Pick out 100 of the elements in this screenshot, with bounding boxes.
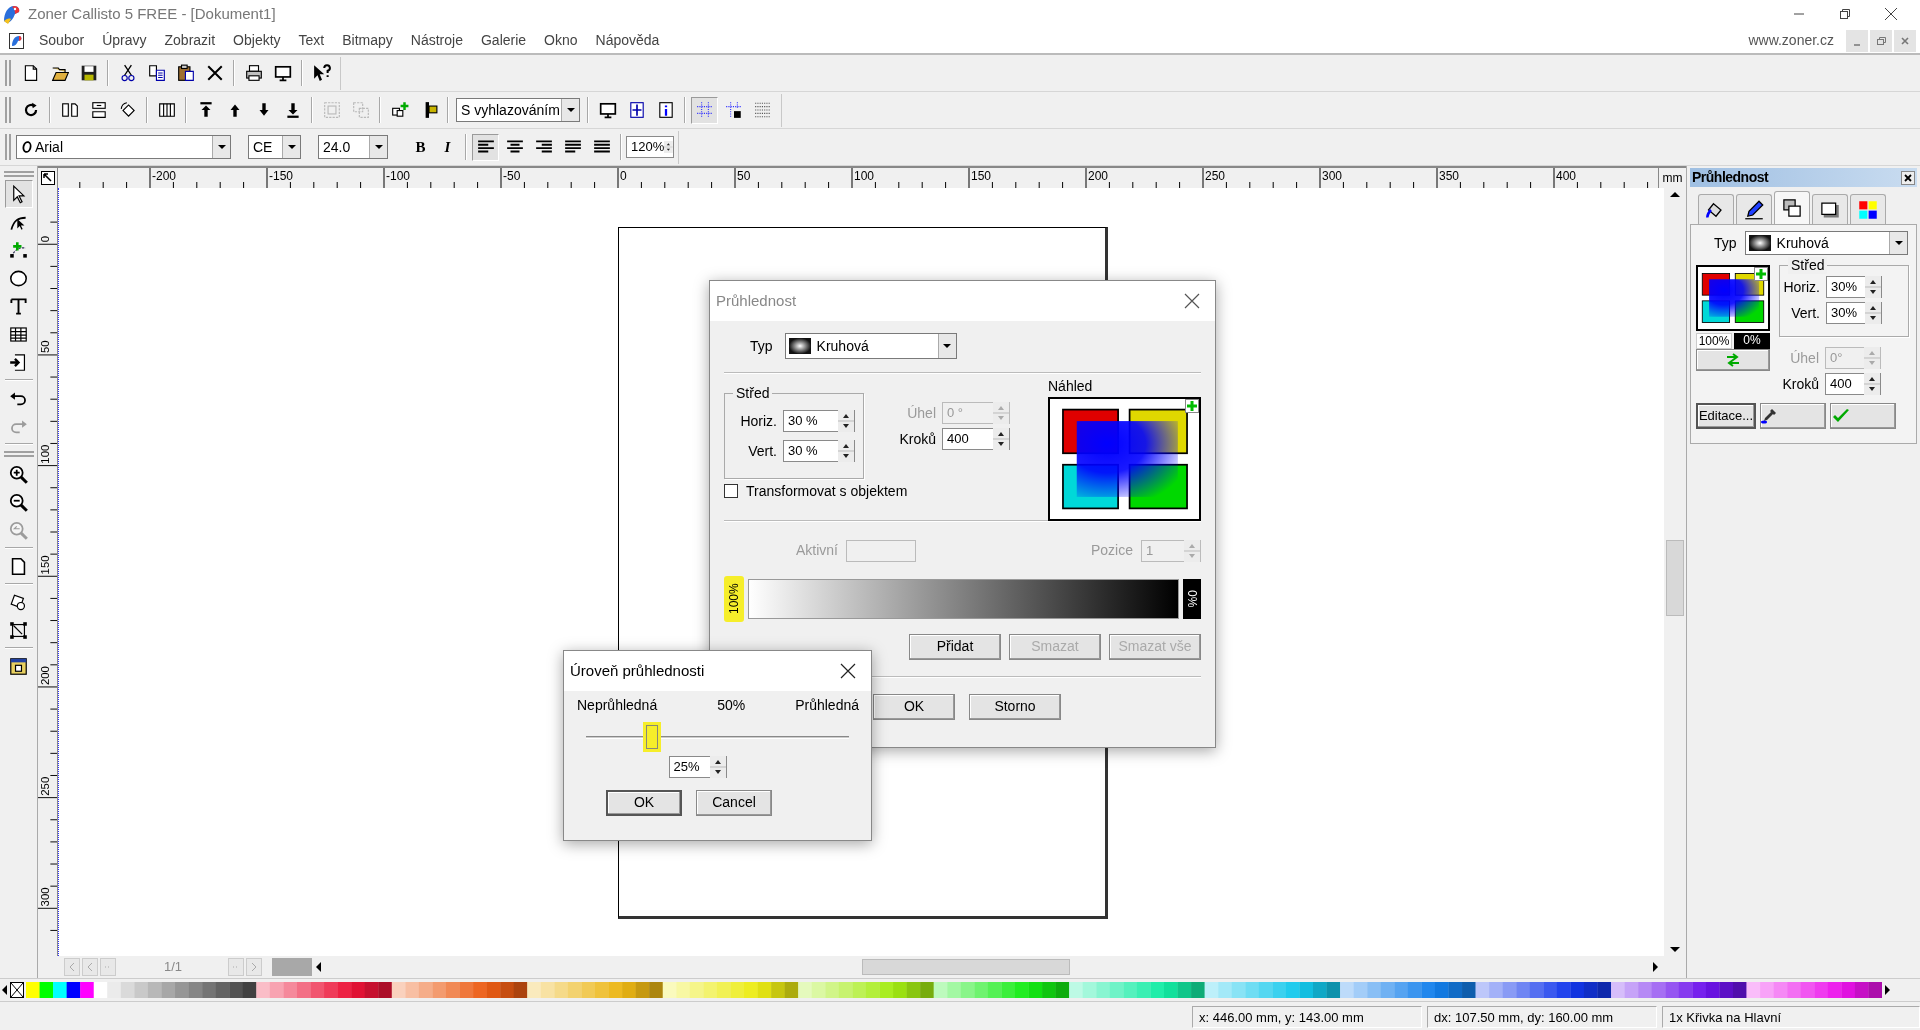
number-field[interactable]: 400: [942, 428, 1010, 450]
menu-item[interactable]: Soubor: [30, 30, 94, 51]
overlap-squares-tab[interactable]: [1774, 191, 1810, 224]
dots-icon[interactable]: [228, 958, 244, 976]
swap-button[interactable]: [1696, 349, 1770, 372]
ruler-label: 350: [1439, 169, 1460, 183]
type-dropdown[interactable]: Kruhová: [784, 333, 957, 359]
dropdown-arrow-icon[interactable]: [286, 142, 297, 152]
ruler-label: -100: [386, 169, 411, 183]
scrollbar-thumb[interactable]: [1666, 540, 1684, 616]
checkmark-icon[interactable]: [1830, 403, 1896, 429]
number-field[interactable]: 30%: [1826, 302, 1882, 324]
dropdown[interactable]: 24.0: [318, 135, 388, 159]
ruler-origin-icon[interactable]: [40, 171, 55, 185]
number-field[interactable]: 400: [1825, 373, 1881, 395]
toolbar-grip[interactable]: [5, 134, 11, 160]
dropdown-arrow-icon[interactable]: [565, 105, 576, 115]
font-dropdown[interactable]: Arial: [16, 135, 231, 159]
gradient-swatch-icon: [788, 338, 811, 354]
toolbar-grip[interactable]: [5, 60, 11, 86]
toolbar-grip[interactable]: [5, 97, 11, 123]
field-label: Aktivní: [796, 542, 838, 559]
spin-arrows-icon[interactable]: [1864, 373, 1880, 395]
menu-item[interactable]: Nápověda: [586, 30, 669, 51]
menu-item[interactable]: Objekty: [224, 30, 290, 51]
dropdown-arrow-icon[interactable]: [942, 341, 953, 351]
plus-icon[interactable]: [1185, 398, 1199, 413]
dots-icon[interactable]: [100, 958, 116, 976]
gradient-end-marker[interactable]: 0%: [1183, 578, 1201, 619]
ok-button[interactable]: OK: [873, 693, 955, 720]
menu-item[interactable]: Text: [289, 30, 334, 51]
menu-item[interactable]: Galerie: [471, 30, 536, 51]
number-field[interactable]: 30 %: [783, 440, 855, 462]
grid-icon[interactable]: [691, 96, 718, 124]
zoom-field[interactable]: 120%: [626, 136, 674, 158]
document-icon[interactable]: [8, 31, 26, 50]
panel-title: Průhlednost: [1692, 169, 1769, 186]
close-icon[interactable]: [1901, 170, 1915, 185]
overlap-squares-icon: [1782, 198, 1802, 218]
spin-arrows-icon[interactable]: [838, 410, 854, 432]
ruler-label: -200: [152, 169, 177, 183]
type-dropdown[interactable]: Kruhová: [1744, 231, 1908, 255]
cancel-button[interactable]: Storno: [969, 693, 1061, 720]
no-color-icon[interactable]: [10, 982, 24, 998]
paint-bucket-tab[interactable]: [1698, 194, 1734, 224]
dropdown-arrow-icon[interactable]: [216, 142, 227, 152]
dropdown-arrow-icon[interactable]: [1893, 238, 1904, 248]
slider-thumb[interactable]: [645, 724, 658, 749]
checkbox[interactable]: [724, 484, 738, 499]
dropdown[interactable]: CE: [248, 135, 301, 159]
ok-button[interactable]: OK: [606, 789, 682, 816]
restore-icon[interactable]: [1870, 29, 1892, 52]
field-label: Kroků: [1781, 375, 1820, 393]
number-field[interactable]: 25%: [668, 755, 727, 778]
menu-item[interactable]: Úpravy: [93, 30, 156, 51]
ruler-label: -150: [269, 169, 294, 183]
dropdown[interactable]: S vyhlazováním: [456, 98, 580, 122]
spin-arrows-icon[interactable]: [993, 428, 1009, 450]
menu-item[interactable]: Okno: [535, 30, 587, 51]
eyedropper-icon[interactable]: [1760, 403, 1826, 429]
pen-tab[interactable]: [1736, 194, 1772, 224]
field-label: Kroků: [898, 430, 937, 448]
start-value[interactable]: 100%: [1696, 333, 1732, 350]
scrollbar-thumb[interactable]: [862, 959, 1070, 975]
gradient-start-marker[interactable]: 100%: [724, 575, 744, 622]
menu-item[interactable]: Bitmapy: [333, 30, 402, 51]
spin-arrows-icon[interactable]: [838, 440, 854, 462]
field-label: Typ: [1714, 234, 1737, 252]
spin-arrows-icon[interactable]: [709, 755, 726, 778]
ruler-label: 100: [854, 169, 875, 183]
bold-button[interactable]: B: [407, 133, 434, 161]
italic-button[interactable]: I: [434, 133, 461, 161]
cancel-button[interactable]: Cancel: [696, 789, 772, 816]
dialog-title: Úroveň průhlednosti: [570, 662, 705, 680]
pointer-icon[interactable]: [4, 180, 33, 208]
button[interactable]: Přidat: [909, 633, 1001, 660]
scroll-right-icon[interactable]: [1882, 984, 1892, 996]
color-palette[interactable]: [26, 982, 1882, 998]
number-field[interactable]: 30%: [1826, 276, 1882, 298]
website-link[interactable]: www.zoner.cz: [1748, 32, 1834, 49]
ruler-label: 150: [39, 555, 52, 575]
number-field[interactable]: 30 %: [783, 410, 855, 432]
drawing-canvas[interactable]: [58, 188, 1664, 956]
end-value[interactable]: 0%: [1734, 333, 1770, 350]
color-squares-tab[interactable]: [1850, 194, 1886, 224]
dropdown-arrow-icon[interactable]: [373, 142, 384, 152]
scroll-left-icon[interactable]: [0, 984, 10, 996]
field-label: Vert.: [747, 442, 778, 460]
toolbar-grip[interactable]: [3, 451, 34, 457]
field-label: Typ: [750, 337, 773, 355]
menu-item[interactable]: Nástroje: [401, 30, 472, 51]
edit-button[interactable]: Editace...: [1696, 403, 1756, 429]
spin-arrows-icon[interactable]: [1865, 276, 1881, 298]
shadow-square-tab[interactable]: [1812, 194, 1848, 224]
align-left-icon[interactable]: [472, 133, 499, 161]
toolbar-grip[interactable]: [3, 171, 34, 177]
ruler-label: 250: [39, 776, 52, 796]
spin-arrows-icon[interactable]: [1865, 302, 1881, 324]
ruler-label: 300: [1322, 169, 1343, 183]
menu-item[interactable]: Zobrazit: [155, 30, 225, 51]
